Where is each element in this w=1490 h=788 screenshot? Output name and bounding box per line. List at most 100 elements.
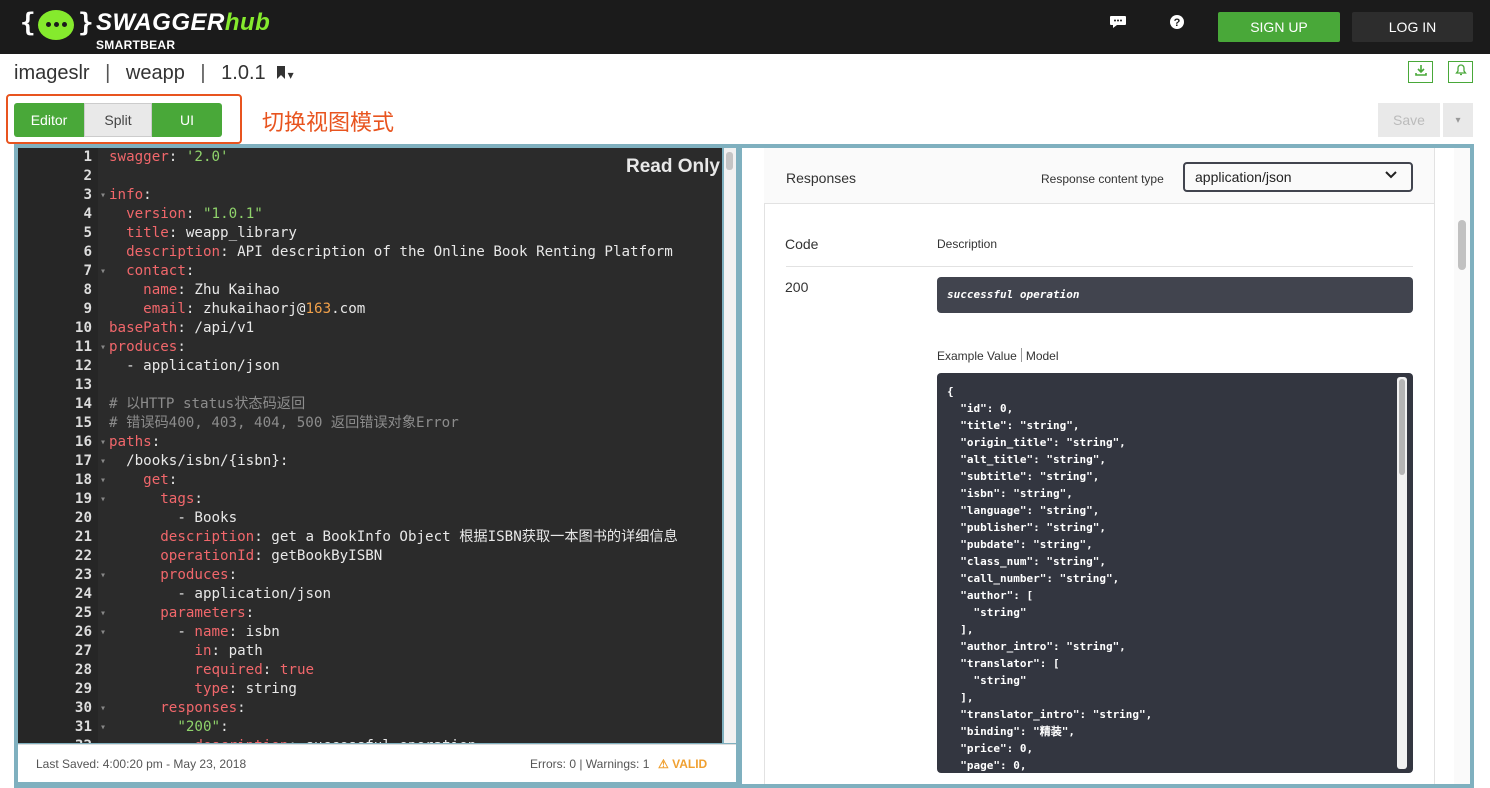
scrollbar-thumb[interactable] (1458, 220, 1466, 270)
chevron-down-icon[interactable]: ▾ (288, 68, 294, 82)
line-number: 3 (83, 187, 92, 203)
code-line[interactable]: 10 basePath: /api/v1 (18, 319, 722, 338)
code-line[interactable]: 13 (18, 376, 722, 395)
breadcrumb-owner[interactable]: imageslr (14, 62, 90, 84)
logo-brace-left: { (20, 8, 36, 38)
json-line: ], (947, 623, 974, 636)
code-line[interactable]: 24 - application/json (18, 585, 722, 604)
help-icon[interactable]: ? (1166, 14, 1188, 36)
line-number: 11 (74, 339, 92, 355)
code-line[interactable]: 28 required: true (18, 661, 722, 680)
bell-icon[interactable] (1448, 61, 1473, 83)
fold-toggle-icon[interactable]: ▾ (100, 490, 106, 509)
editor-mode-button[interactable]: Editor (14, 103, 84, 137)
sign-up-button[interactable]: SIGN UP (1218, 12, 1340, 42)
code-line[interactable]: 17 ▾ /books/isbn/{isbn}: (18, 452, 722, 471)
line-number: 13 (74, 377, 92, 393)
json-line: "title": "string", (947, 419, 1080, 432)
scrollbar-thumb[interactable] (726, 152, 733, 170)
json-line: "origin_title": "string", (947, 436, 1126, 449)
breadcrumb: imageslr | weapp | 1.0.1 ▾ (14, 62, 304, 85)
json-line: "subtitle": "string", (947, 470, 1100, 483)
breadcrumb-version[interactable]: 1.0.1 (221, 62, 265, 84)
code-line[interactable]: 2 (18, 167, 722, 186)
save-options-button[interactable]: ▾ (1443, 103, 1473, 137)
breadcrumb-separator: | (105, 62, 111, 84)
code-line[interactable]: 22 operationId: getBookByISBN (18, 547, 722, 566)
fold-toggle-icon[interactable]: ▾ (100, 186, 106, 205)
ui-mode-button[interactable]: UI (152, 103, 222, 137)
code-line[interactable]: 27 in: path (18, 642, 722, 661)
code-line[interactable]: 25 ▾ parameters: (18, 604, 722, 623)
logo-subtitle: SMARTBEAR (96, 38, 176, 52)
code-line[interactable]: 32 description: successful operation (18, 737, 722, 743)
fold-toggle-icon[interactable]: ▾ (100, 604, 106, 623)
breadcrumb-api[interactable]: weapp (126, 62, 185, 84)
tab-example-value[interactable]: Example Value (937, 349, 1017, 363)
code-line[interactable]: 20 - Books (18, 509, 722, 528)
response-code: 200 (785, 279, 809, 295)
fold-toggle-icon[interactable]: ▾ (100, 262, 106, 281)
scrollbar-thumb[interactable] (1399, 379, 1405, 475)
fold-toggle-icon[interactable]: ▾ (100, 623, 106, 642)
fold-toggle-icon[interactable]: ▾ (100, 433, 106, 452)
code-text: /books/isbn/{isbn}: (109, 453, 289, 469)
content-type-select[interactable]: application/json (1183, 162, 1413, 192)
code-line[interactable]: 26 ▾ - name: isbn (18, 623, 722, 642)
code-line[interactable]: 12 - application/json (18, 357, 722, 376)
code-line[interactable]: 3 ▾ info: (18, 186, 722, 205)
code-text: - application/json (109, 358, 280, 374)
code-line[interactable]: 9 email: zhukaihaorj@163.com (18, 300, 722, 319)
code-text: basePath: /api/v1 (109, 320, 255, 336)
bookmark-icon[interactable] (276, 62, 286, 84)
code-text: name: Zhu Kaihao (143, 282, 280, 298)
code-line[interactable]: 19 ▾ tags: (18, 490, 722, 509)
line-number: 19 (74, 491, 92, 507)
code-text: required: true (194, 662, 315, 678)
chat-icon[interactable] (1107, 14, 1129, 36)
json-line: "page": 0, (947, 759, 1027, 772)
json-line: "id": 0, (947, 402, 1014, 415)
fold-toggle-icon[interactable]: ▾ (100, 718, 106, 737)
code-line[interactable]: 5 title: weapp_library (18, 224, 722, 243)
json-line: "price": 0, (947, 742, 1034, 755)
code-line[interactable]: 16 ▾ paths: (18, 433, 722, 452)
fold-toggle-icon[interactable]: ▾ (100, 699, 106, 718)
code-line[interactable]: 18 ▾ get: (18, 471, 722, 490)
fold-toggle-icon[interactable]: ▾ (100, 338, 106, 357)
line-number: 29 (74, 681, 92, 697)
json-line: "translator_intro": "string", (947, 708, 1153, 721)
code-line[interactable]: 4 version: "1.0.1" (18, 205, 722, 224)
tab-model[interactable]: Model (1026, 349, 1059, 363)
code-line[interactable]: 31 ▾ "200": (18, 718, 722, 737)
editor-scrollbar[interactable] (724, 148, 736, 743)
line-number: 2 (83, 168, 92, 184)
code-line[interactable]: 8 name: Zhu Kaihao (18, 281, 722, 300)
fold-toggle-icon[interactable]: ▾ (100, 566, 106, 585)
line-number: 9 (83, 301, 92, 317)
code-line[interactable]: 21 description: get a BookInfo Object 根据… (18, 528, 722, 547)
code-line[interactable]: 7 ▾ contact: (18, 262, 722, 281)
errors-warnings-text[interactable]: Errors: 0 | Warnings: 1 (530, 757, 649, 771)
code-line[interactable]: 29 type: string (18, 680, 722, 699)
last-saved-text: Last Saved: 4:00:20 pm - May 23, 2018 (36, 757, 247, 771)
code-line[interactable]: 6 description: API description of the On… (18, 243, 722, 262)
code-text: description: successful operation (109, 737, 476, 743)
fold-toggle-icon[interactable]: ▾ (100, 452, 106, 471)
split-mode-button[interactable]: Split (84, 103, 152, 137)
code-line[interactable]: 15 # 错误码400, 403, 404, 500 返回错误对象Error (18, 414, 722, 433)
code-line[interactable]: 14 # 以HTTP status状态码返回 (18, 395, 722, 414)
page-scrollbar[interactable] (1454, 148, 1470, 784)
fold-toggle-icon[interactable]: ▾ (100, 471, 106, 490)
download-icon[interactable] (1408, 61, 1433, 83)
code-line[interactable]: 1 swagger: '2.0' (18, 148, 722, 167)
code-line[interactable]: 30 ▾ responses: (18, 699, 722, 718)
code-editor[interactable]: Read Only 1 swagger: '2.0' 2 3 ▾ info: 4 versi… (18, 148, 722, 743)
line-number: 6 (83, 244, 92, 260)
logo-bubble-icon (38, 10, 74, 40)
code-line[interactable]: 11 ▾ produces: (18, 338, 722, 357)
json-scrollbar[interactable] (1397, 377, 1407, 769)
save-button[interactable]: Save (1378, 103, 1440, 137)
log-in-button[interactable]: LOG IN (1352, 12, 1473, 42)
code-line[interactable]: 23 ▾ produces: (18, 566, 722, 585)
